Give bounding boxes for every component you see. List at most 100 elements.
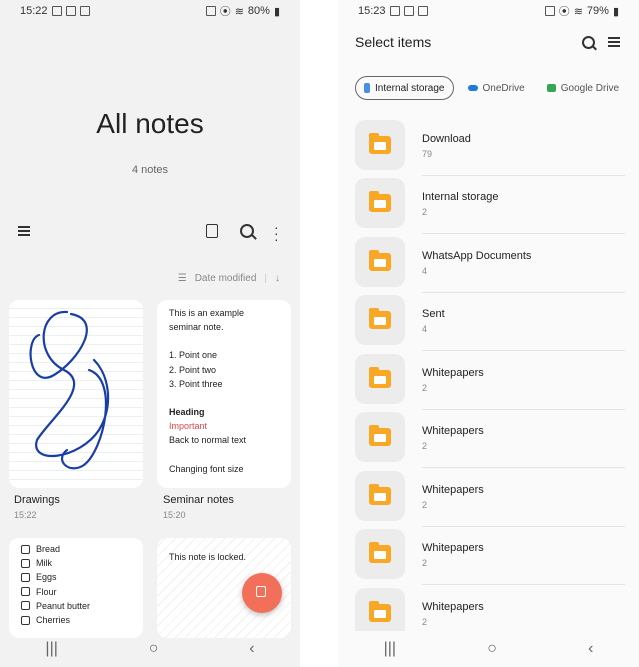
folder-tile bbox=[355, 120, 405, 170]
import-pdf-icon[interactable] bbox=[206, 224, 218, 238]
sort-icon: ☰ bbox=[177, 273, 187, 284]
note-line: 1. Point one bbox=[169, 350, 218, 361]
note-card-checklist[interactable]: Bread Milk Eggs Flour Peanut butter Cher… bbox=[9, 538, 143, 638]
phone-icon bbox=[364, 83, 370, 93]
drawing-sketch bbox=[29, 310, 110, 470]
recent-apps-button[interactable]: ||| bbox=[384, 640, 396, 658]
back-button[interactable]: ‹ bbox=[249, 640, 254, 658]
list-view-icon[interactable] bbox=[608, 37, 620, 47]
home-button[interactable]: ○ bbox=[487, 640, 497, 658]
divider bbox=[422, 584, 625, 585]
note-line: seminar note. bbox=[169, 322, 224, 333]
note-line: Back to normal text bbox=[169, 435, 247, 446]
page-title: All notes bbox=[96, 108, 204, 139]
folder-tile bbox=[355, 412, 405, 462]
folder-count: 4 bbox=[422, 324, 428, 334]
divider bbox=[422, 292, 625, 293]
more-options-icon[interactable]: · · · bbox=[274, 220, 279, 246]
folder-count: 2 bbox=[422, 383, 428, 393]
status-time: 15:22 bbox=[20, 5, 48, 17]
folder-name: Download bbox=[422, 133, 471, 145]
folder-count: 2 bbox=[422, 617, 428, 627]
note-line: This is an example bbox=[169, 308, 245, 318]
location-icon: ⦿ bbox=[558, 6, 570, 18]
note-line: 3. Point three bbox=[169, 378, 223, 389]
gallery-icon bbox=[389, 6, 400, 16]
divider bbox=[422, 467, 625, 468]
folder-icon bbox=[369, 191, 391, 212]
folder-count: 4 bbox=[422, 266, 428, 276]
folder-tile bbox=[355, 178, 405, 228]
note-card-drawings[interactable] bbox=[9, 300, 143, 488]
navigation-bar: ||| ○ ‹ bbox=[338, 631, 639, 667]
storage-tabs: Internal storage OneDrive Google Drive bbox=[355, 75, 639, 101]
checklist-item: Peanut butter bbox=[21, 599, 131, 613]
folder-count: 79 bbox=[422, 149, 433, 159]
mail-icon bbox=[403, 6, 414, 16]
lock-status-icon bbox=[205, 6, 216, 16]
folder-name: Whitepapers bbox=[422, 542, 484, 554]
folder-icon bbox=[369, 542, 391, 563]
search-icon[interactable] bbox=[582, 36, 595, 49]
note-time: 15:20 bbox=[163, 510, 186, 520]
checklist-item: Milk bbox=[21, 556, 131, 570]
folder-tile bbox=[355, 471, 405, 521]
checklist-item: Bread bbox=[21, 542, 131, 556]
tab-onedrive[interactable]: OneDrive bbox=[460, 76, 533, 100]
folder-item[interactable]: Internal storage 2 bbox=[355, 178, 625, 234]
note-card-seminar[interactable]: This is an example seminar note. 1. Poin… bbox=[157, 300, 291, 488]
checklist-item: Flour bbox=[21, 585, 131, 599]
checkbox-icon bbox=[21, 544, 30, 554]
new-note-button[interactable] bbox=[242, 573, 282, 613]
locked-text: This note is locked. bbox=[169, 552, 247, 562]
folder-icon bbox=[369, 308, 391, 329]
tab-internal-storage[interactable]: Internal storage bbox=[355, 76, 454, 100]
drive-icon bbox=[546, 84, 556, 92]
search-icon[interactable] bbox=[240, 224, 254, 238]
folder-tile bbox=[355, 237, 405, 287]
sort-bar[interactable]: ☰ Date modified | ↓ bbox=[178, 273, 280, 284]
folder-item[interactable]: Whitepapers 2 bbox=[355, 354, 625, 410]
checklist-item: Cherries bbox=[21, 613, 131, 627]
location-icon: ⦿ bbox=[219, 6, 231, 18]
battery-icon: ▮ bbox=[273, 5, 280, 18]
folder-item[interactable]: Whitepapers 2 bbox=[355, 412, 625, 468]
home-button[interactable]: ○ bbox=[149, 640, 159, 658]
folder-item[interactable]: WhatsApp Documents 4 bbox=[355, 237, 625, 293]
lock-status-icon bbox=[544, 6, 555, 16]
sort-label: Date modified bbox=[194, 273, 257, 284]
app-icon bbox=[79, 6, 90, 16]
folder-item[interactable]: Whitepapers 2 bbox=[355, 529, 625, 585]
folder-tile bbox=[355, 354, 405, 404]
back-button[interactable]: ‹ bbox=[588, 640, 593, 658]
checklist-item: Eggs bbox=[21, 570, 131, 584]
tab-google-drive[interactable]: Google Drive bbox=[539, 76, 627, 100]
status-bar: 15:22 ⦿ ≋ 80% ▮ bbox=[0, 0, 300, 22]
samsung-notes-screen: 15:22 ⦿ ≋ 80% ▮ All notes 4 notes · · · ☰ … bbox=[0, 0, 300, 667]
note-title: Drawings bbox=[14, 494, 60, 506]
folder-item[interactable]: Sent 4 bbox=[355, 295, 625, 351]
folder-count: 2 bbox=[422, 558, 428, 568]
navigation-bar: ||| ○ ‹ bbox=[0, 631, 300, 667]
recent-apps-button[interactable]: ||| bbox=[45, 640, 57, 658]
folder-name: WhatsApp Documents bbox=[422, 250, 532, 262]
wifi-signal-icon: ≋ bbox=[573, 5, 583, 18]
divider bbox=[422, 526, 625, 527]
battery-icon: ▮ bbox=[612, 5, 619, 18]
divider bbox=[422, 350, 625, 351]
note-time: 15:22 bbox=[14, 510, 37, 520]
gallery-icon bbox=[51, 6, 62, 16]
folder-name: Whitepapers bbox=[422, 601, 484, 613]
folder-icon bbox=[369, 484, 391, 505]
folder-name: Whitepapers bbox=[422, 425, 484, 437]
sort-divider: | bbox=[264, 273, 267, 284]
checkbox-icon bbox=[21, 615, 30, 625]
folder-count: 2 bbox=[422, 441, 428, 451]
checkbox-icon bbox=[21, 558, 30, 568]
folder-item[interactable]: Whitepapers 2 bbox=[355, 471, 625, 527]
folder-icon bbox=[369, 425, 391, 446]
folder-item[interactable]: Download 79 bbox=[355, 120, 625, 176]
sort-direction-icon[interactable]: ↓ bbox=[275, 273, 280, 284]
status-bar: 15:23 ⦿ ≋ 79% ▮ bbox=[338, 0, 639, 22]
menu-icon[interactable] bbox=[18, 226, 30, 236]
